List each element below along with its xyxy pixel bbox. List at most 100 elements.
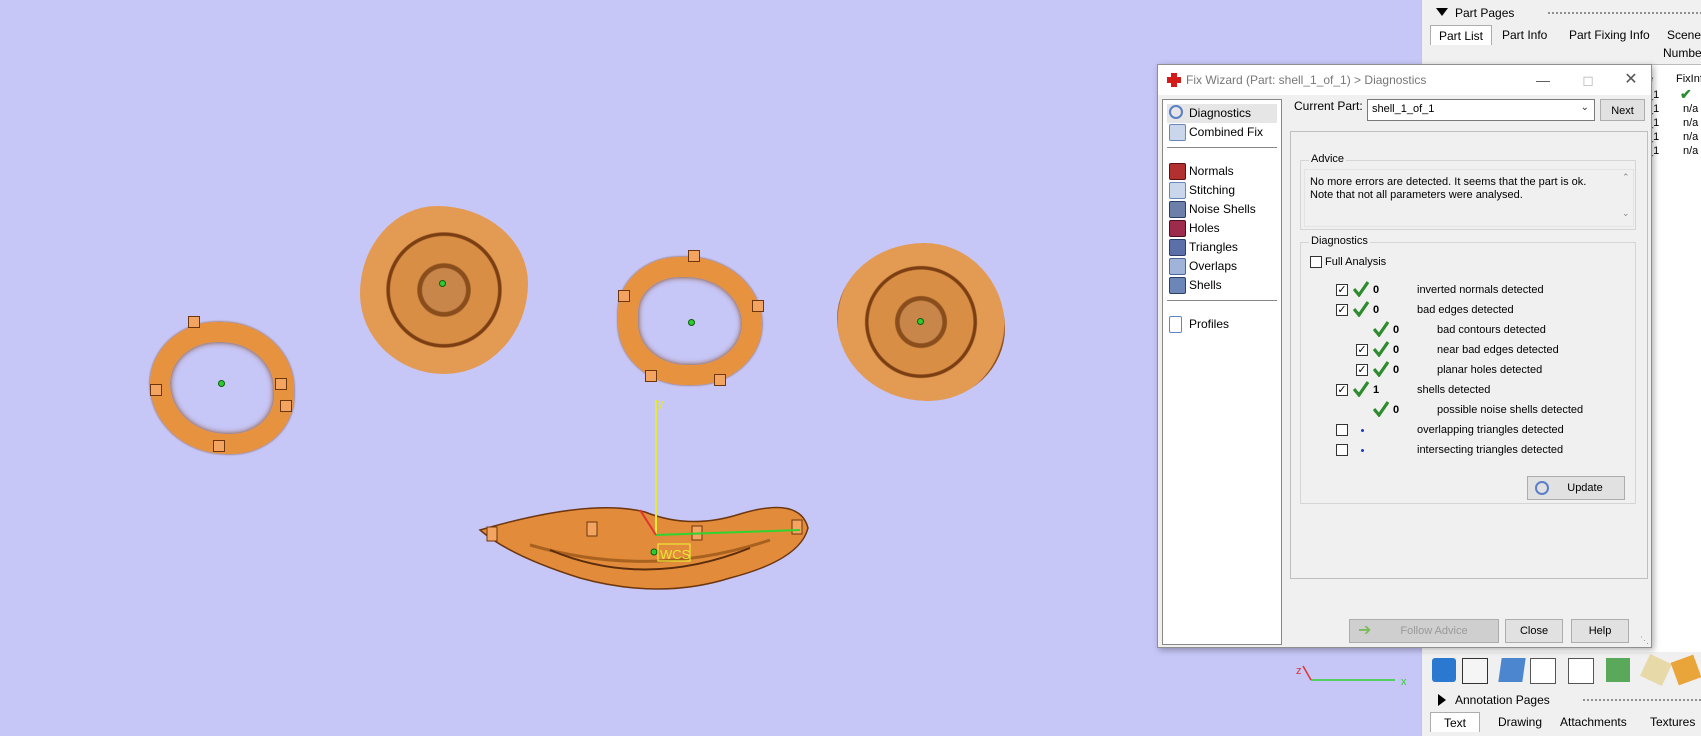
full-analysis-checkbox[interactable]: [1310, 256, 1322, 268]
tab-scenes[interactable]: Scenes: [1659, 25, 1701, 45]
chevron-down-icon: ⌄: [1580, 102, 1589, 113]
row-label: intersecting triangles detected: [1417, 444, 1564, 456]
annotation-pages-title: Annotation Pages: [1455, 693, 1550, 707]
nav-triangles[interactable]: Triangles: [1167, 238, 1277, 257]
diagnostics-icon: [1169, 105, 1183, 119]
cube-blue-icon[interactable]: [1498, 658, 1526, 682]
drag-grip[interactable]: [1547, 11, 1701, 16]
resize-grip-icon[interactable]: ⋱: [1640, 635, 1649, 646]
tab-part-info[interactable]: Part Info: [1494, 25, 1555, 45]
table-row-fix: n/a: [1683, 117, 1699, 129]
swap-selection-icon[interactable]: [1462, 658, 1488, 684]
row-label: overlapping triangles detected: [1417, 424, 1564, 436]
nav-label: Overlaps: [1189, 259, 1238, 273]
table-row-fix: n/a: [1683, 145, 1699, 157]
check-icon: [1353, 281, 1369, 297]
red-cross-icon: [1167, 73, 1181, 87]
row-checkbox[interactable]: ✓: [1336, 304, 1348, 316]
part-pages-title: Part Pages: [1455, 6, 1515, 20]
cube-green-icon[interactable]: [1606, 658, 1630, 682]
nav-label: Normals: [1189, 164, 1234, 178]
nav-label: Profiles: [1189, 317, 1230, 331]
axis-y-label: y: [658, 398, 664, 410]
ring-tab: [188, 316, 200, 328]
ring-side-view[interactable]: [470, 380, 830, 600]
minimize-button[interactable]: —: [1528, 69, 1558, 91]
follow-advice-button[interactable]: ➔ Follow Advice: [1349, 619, 1499, 643]
label-icon[interactable]: [1670, 654, 1701, 686]
tab-drawing[interactable]: Drawing: [1490, 712, 1550, 732]
check-icon: [1353, 381, 1369, 397]
current-part-label: Current Part:: [1294, 99, 1363, 113]
nav-noise-shells[interactable]: Noise Shells: [1167, 200, 1277, 219]
status-dot: [1361, 449, 1364, 452]
nav-combined-fix[interactable]: Combined Fix: [1167, 123, 1277, 142]
wizard-nav: Diagnostics Combined Fix Normals Stitchi…: [1162, 99, 1282, 645]
svg-text:x: x: [1401, 676, 1407, 688]
scroll-up-icon[interactable]: ⌃: [1622, 172, 1630, 183]
update-button[interactable]: Update: [1527, 476, 1625, 500]
scroll-down-icon[interactable]: ⌄: [1622, 208, 1630, 219]
nav-shells[interactable]: Shells: [1167, 276, 1277, 295]
annotation-pages-header[interactable]: Annotation Pages: [1422, 689, 1701, 711]
profiles-icon: [1169, 316, 1182, 333]
part-toolbar: [1422, 652, 1701, 688]
ring-tab: [280, 400, 292, 412]
dialog-title-bar[interactable]: Fix Wizard (Part: shell_1_of_1) > Diagno…: [1158, 65, 1651, 95]
close-window-button[interactable]: ✕: [1616, 69, 1646, 91]
flower-part-1[interactable]: [360, 206, 528, 374]
maximize-button[interactable]: ◻: [1573, 69, 1603, 91]
help-button[interactable]: Help: [1571, 619, 1629, 643]
tab-part-fixing-info[interactable]: Part Fixing Info: [1561, 25, 1658, 45]
nav-overlaps[interactable]: Overlaps: [1167, 257, 1277, 276]
full-analysis-label: Full Analysis: [1325, 256, 1387, 268]
tab-attachments[interactable]: Attachments: [1552, 712, 1635, 732]
row-label: inverted normals detected: [1417, 284, 1544, 296]
advice-text-line: No more errors are detected. It seems th…: [1310, 176, 1587, 188]
shells-icon: [1169, 277, 1186, 294]
current-part-value: shell_1_of_1: [1372, 103, 1435, 115]
expand-triangle-icon[interactable]: [1438, 694, 1446, 706]
nav-holes[interactable]: Holes: [1167, 219, 1277, 238]
row-count: 0: [1393, 364, 1400, 376]
nav-diagnostics[interactable]: Diagnostics: [1167, 104, 1277, 123]
row-checkbox[interactable]: ✓: [1336, 384, 1348, 396]
check-icon: [1353, 301, 1369, 317]
stitching-icon: [1169, 182, 1186, 199]
row-label: possible noise shells detected: [1437, 404, 1584, 416]
fix-wizard-dialog: Fix Wizard (Part: shell_1_of_1) > Diagno…: [1157, 64, 1652, 648]
tab-part-list[interactable]: Part List: [1430, 25, 1493, 45]
ring-part-1[interactable]: [150, 322, 294, 454]
row-checkbox[interactable]: ✓: [1356, 344, 1368, 356]
triangles-icon: [1169, 239, 1186, 256]
wcs-label: WCS: [660, 547, 691, 562]
delete-part-icon[interactable]: [1568, 658, 1594, 684]
current-part-select[interactable]: shell_1_of_1 ⌄: [1367, 99, 1595, 121]
select-parts-icon[interactable]: [1432, 658, 1456, 682]
row-label: bad edges detected: [1417, 304, 1514, 316]
part-pages-header[interactable]: Part Pages: [1422, 2, 1701, 24]
nav-profiles[interactable]: Profiles: [1167, 315, 1277, 334]
drag-grip[interactable]: [1582, 698, 1701, 703]
nav-divider: [1167, 300, 1277, 301]
collapse-triangle-icon[interactable]: [1436, 8, 1448, 16]
holes-icon: [1169, 220, 1186, 237]
close-button[interactable]: Close: [1505, 619, 1563, 643]
row-checkbox[interactable]: [1336, 444, 1348, 456]
nav-label: Combined Fix: [1189, 125, 1264, 139]
nav-label: Holes: [1189, 221, 1220, 235]
row-checkbox[interactable]: [1336, 424, 1348, 436]
tab-text[interactable]: Text: [1430, 712, 1480, 732]
scrollbar[interactable]: ⌃ ⌄: [1619, 170, 1633, 224]
nav-stitching[interactable]: Stitching: [1167, 181, 1277, 200]
nav-normals[interactable]: Normals: [1167, 162, 1277, 181]
column-header[interactable]: FixInf: [1676, 73, 1701, 85]
row-checkbox[interactable]: ✓: [1336, 284, 1348, 296]
row-checkbox[interactable]: ✓: [1356, 364, 1368, 376]
row-count: 0: [1373, 284, 1380, 296]
next-button[interactable]: Next: [1600, 99, 1645, 121]
row-count: 0: [1393, 404, 1400, 416]
cube-outline-icon[interactable]: [1530, 658, 1556, 684]
tag-icon[interactable]: [1640, 654, 1672, 686]
tab-textures[interactable]: Textures: [1642, 712, 1701, 732]
